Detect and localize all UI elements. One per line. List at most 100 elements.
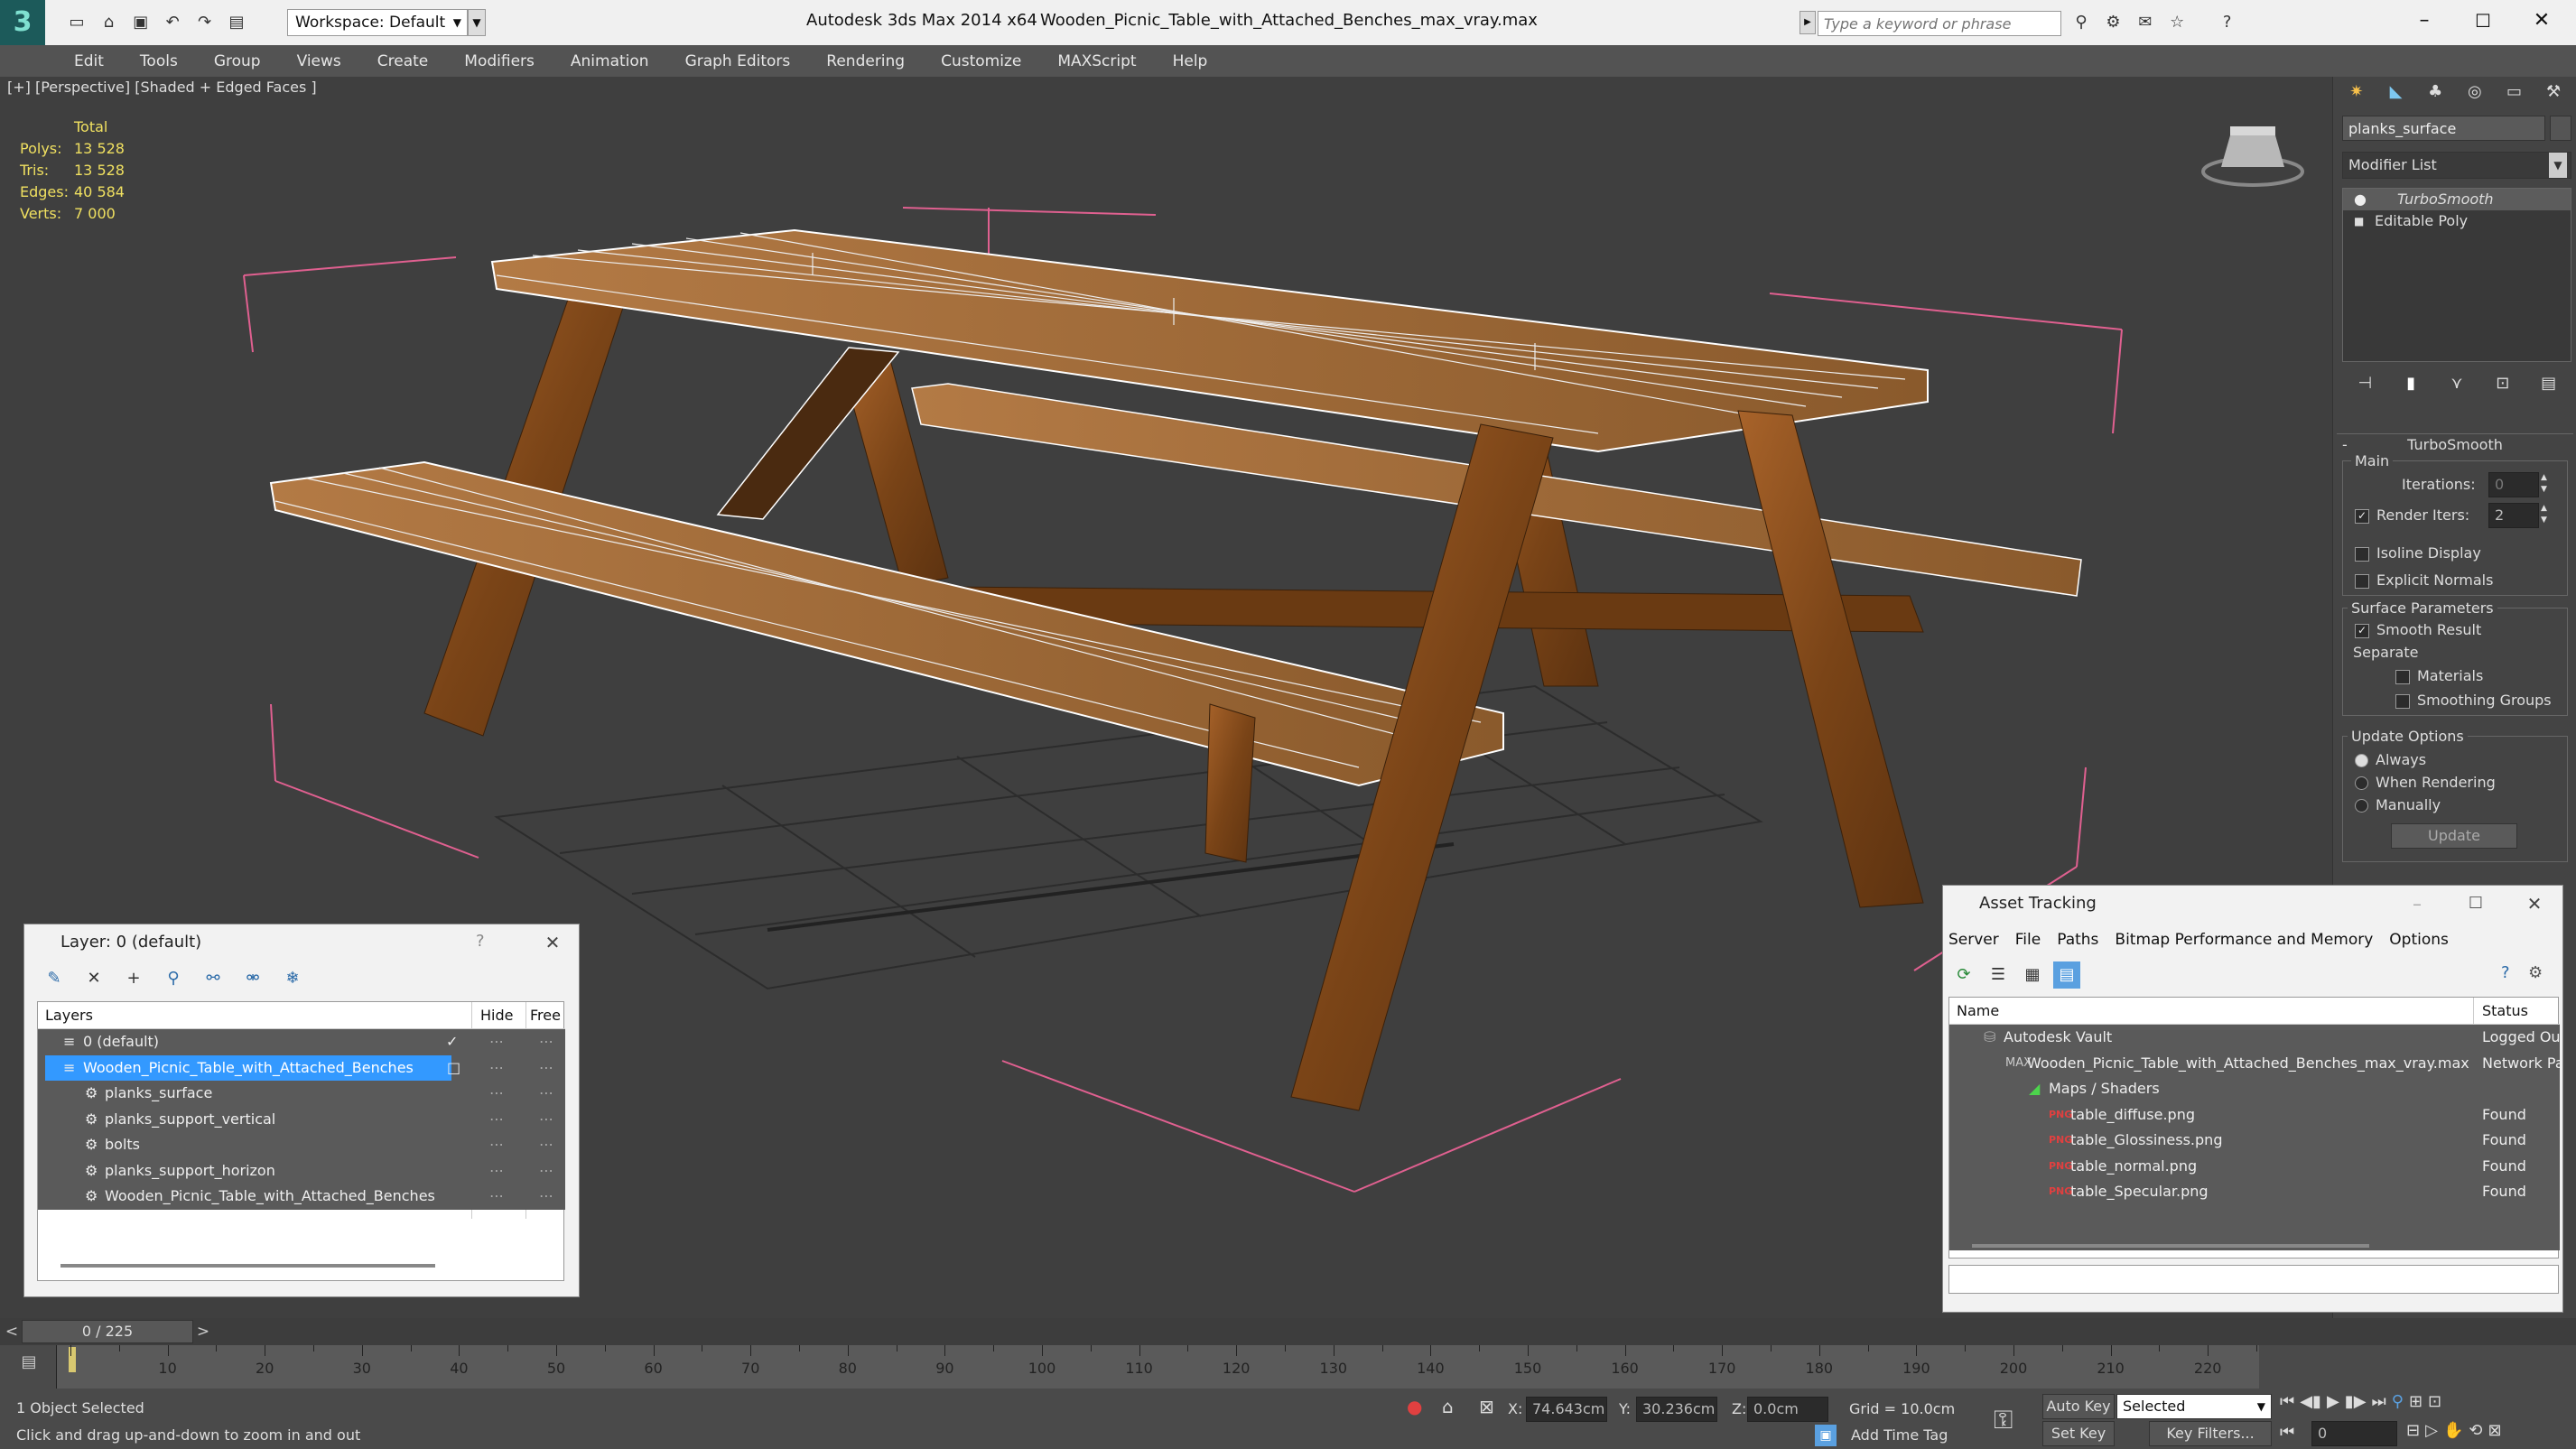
menu-tools[interactable]: Tools	[122, 52, 196, 70]
x-coordinate-field[interactable]: 74.643cm	[1526, 1397, 1607, 1422]
open-file-icon[interactable]: ⌂	[95, 9, 122, 36]
active-layer-box-icon[interactable]: □	[447, 1055, 460, 1081]
freeze-toggle-icon[interactable]: ⋯	[539, 1132, 553, 1157]
freeze-toggle-icon[interactable]: ⋯	[539, 1029, 553, 1054]
orbit-icon[interactable]: ⟲	[2469, 1421, 2482, 1446]
col-hide[interactable]: Hide	[480, 1002, 513, 1029]
spinner-arrows-icon[interactable]: ▲ ▼	[2541, 472, 2553, 497]
pan-icon[interactable]: ✋	[2443, 1421, 2463, 1446]
save-file-icon[interactable]: ▣	[127, 9, 154, 36]
layer-row[interactable]: ≡ Wooden_Picnic_Table_with_Attached_Benc…	[38, 1054, 565, 1082]
asset-path-field[interactable]	[1948, 1265, 2559, 1294]
close-icon[interactable]: ✕	[2519, 0, 2564, 42]
next-frame-icon[interactable]: ▮▶	[2345, 1392, 2367, 1419]
help-icon[interactable]: ?	[2501, 963, 2510, 982]
app-logo-icon[interactable]: 3	[0, 0, 45, 45]
key-mode-toggle-icon[interactable]: ⏮	[2280, 1423, 2294, 1442]
menu-graph-editors[interactable]: Graph Editors	[667, 52, 809, 70]
smooth-result-checkbox[interactable]: ✓ Smooth Result	[2355, 621, 2481, 638]
layer-row[interactable]: ⚙ planks_support_horizon ⋯ ⋯	[38, 1158, 565, 1184]
asset-row[interactable]: PNG table_normal.png Found	[1949, 1154, 2560, 1180]
menu-animation[interactable]: Animation	[553, 52, 667, 70]
undo-icon[interactable]: ↶	[159, 9, 186, 36]
z-coordinate-field[interactable]: 0.0cm	[1747, 1397, 1828, 1422]
key-filters-button[interactable]: Key Filters...	[2149, 1421, 2272, 1446]
current-frame-field[interactable]: 0	[2311, 1421, 2397, 1446]
update-button[interactable]: Update	[2391, 823, 2517, 849]
object-color-swatch[interactable]	[2550, 116, 2571, 141]
menu-create[interactable]: Create	[359, 52, 447, 70]
menu-maxscript[interactable]: MAXScript	[1039, 52, 1154, 70]
always-radio[interactable]: Always	[2355, 751, 2426, 768]
render-iters-checkbox[interactable]: ✓ Render Iters:	[2355, 506, 2469, 524]
freeze-toggle-icon[interactable]: ⋯	[539, 1055, 553, 1081]
menu-file[interactable]: File	[2015, 927, 2041, 952]
go-to-end-icon[interactable]: ⏭	[2372, 1392, 2386, 1419]
freeze-all-layers-icon[interactable]: ❄	[279, 965, 306, 992]
play-icon[interactable]: ▶	[2327, 1392, 2339, 1419]
display-tab-icon[interactable]: ▭	[2500, 79, 2527, 106]
layer-row[interactable]: ⚙ planks_surface ⋯ ⋯	[38, 1081, 565, 1107]
layer-row[interactable]: ⚙ Wooden_Picnic_Table_with_Attached_Benc…	[38, 1184, 565, 1210]
layer-row[interactable]: ⚙ planks_support_vertical ⋯ ⋯	[38, 1107, 565, 1133]
favorites-star-icon[interactable]: ☆	[2163, 9, 2190, 36]
time-tag-icon[interactable]: ▣	[1815, 1425, 1837, 1446]
subscription-icon[interactable]: ⚙	[2099, 9, 2126, 36]
settings-icon[interactable]: ⚙	[2528, 963, 2543, 982]
col-freeze[interactable]: Free	[530, 1002, 561, 1029]
time-next-icon[interactable]: >	[193, 1320, 213, 1343]
explicit-normals-checkbox[interactable]: Explicit Normals	[2355, 571, 2493, 589]
project-folder-icon[interactable]: ▤	[223, 9, 250, 36]
make-unique-icon[interactable]: ⋎	[2443, 370, 2470, 397]
zoom-icon[interactable]: ⚲	[2392, 1392, 2404, 1419]
new-file-icon[interactable]: ▭	[63, 9, 90, 36]
help-icon[interactable]: ?	[2214, 9, 2241, 36]
bulb-icon[interactable]: ●	[2354, 189, 2367, 210]
time-prev-icon[interactable]: <	[2, 1320, 22, 1343]
close-icon[interactable]: ✕	[535, 928, 571, 957]
time-config-icon[interactable]: ⊟	[2406, 1421, 2420, 1446]
col-layers[interactable]: Layers	[45, 1002, 93, 1029]
menu-views[interactable]: Views	[279, 52, 359, 70]
isolate-icon[interactable]: ●	[1407, 1396, 1422, 1417]
configure-sets-icon[interactable]: ▤	[2535, 370, 2562, 397]
help-icon[interactable]: ?	[476, 932, 485, 951]
hide-toggle-icon[interactable]: ⋯	[489, 1055, 504, 1081]
previous-frame-icon[interactable]: ◀▮	[2300, 1392, 2321, 1419]
layer-row[interactable]: ⚙ bolts ⋯ ⋯	[38, 1132, 565, 1158]
maximize-icon[interactable]: ☐	[2460, 0, 2506, 42]
menu-modifiers[interactable]: Modifiers	[446, 52, 553, 70]
asset-row[interactable]: PNG table_diffuse.png Found	[1949, 1102, 2560, 1129]
col-status[interactable]: Status	[2482, 998, 2528, 1025]
absolute-mode-icon[interactable]: ⊠	[1479, 1396, 1494, 1417]
maximize-icon[interactable]: ☐	[2458, 889, 2494, 918]
set-key-button[interactable]: Set Key	[2042, 1421, 2115, 1446]
hide-toggle-icon[interactable]: ⋯	[489, 1184, 504, 1209]
add-to-layer-icon[interactable]: +	[120, 965, 147, 992]
asset-row[interactable]: ◢ Maps / Shaders	[1949, 1076, 2560, 1102]
menu-customize[interactable]: Customize	[923, 52, 1039, 70]
asset-row[interactable]: PNG table_Specular.png Found	[1949, 1179, 2560, 1205]
time-slider-thumb[interactable]: 0 / 225	[22, 1320, 193, 1343]
when-rendering-radio[interactable]: When Rendering	[2355, 774, 2496, 791]
modify-tab-icon[interactable]: ◣	[2382, 79, 2409, 106]
object-name-field[interactable]	[2342, 116, 2545, 141]
hierarchy-tab-icon[interactable]: ♣	[2422, 79, 2449, 106]
refresh-icon[interactable]: ⟳	[1950, 961, 1977, 989]
remove-modifier-icon[interactable]: ⊡	[2489, 370, 2516, 397]
hide-toggle-icon[interactable]: ⋯	[489, 1158, 504, 1184]
stack-item-turbosmooth[interactable]: ● TurboSmooth	[2343, 189, 2571, 210]
iterations-spinner[interactable]: 0	[2488, 472, 2539, 497]
freeze-toggle-icon[interactable]: ⋯	[539, 1081, 553, 1106]
modifier-list-dropdown[interactable]: Modifier List ▼	[2342, 152, 2571, 179]
search-input[interactable]	[1818, 11, 2061, 36]
lock-selection-icon[interactable]: ⌂	[1442, 1396, 1454, 1417]
auto-key-button[interactable]: Auto Key	[2042, 1394, 2115, 1419]
motion-tab-icon[interactable]: ◎	[2461, 79, 2488, 106]
mini-curve-editor-icon[interactable]: ▤	[13, 1352, 45, 1378]
list-view-icon[interactable]: ☰	[1985, 961, 2012, 989]
asset-row[interactable]: MAX Wooden_Picnic_Table_with_Attached_Be…	[1949, 1051, 2560, 1077]
time-slider[interactable]: < 0 / 225 >	[0, 1318, 2576, 1345]
menu-edit[interactable]: Edit	[56, 52, 122, 70]
thumbnail-view-icon[interactable]: ▦	[2019, 961, 2046, 989]
